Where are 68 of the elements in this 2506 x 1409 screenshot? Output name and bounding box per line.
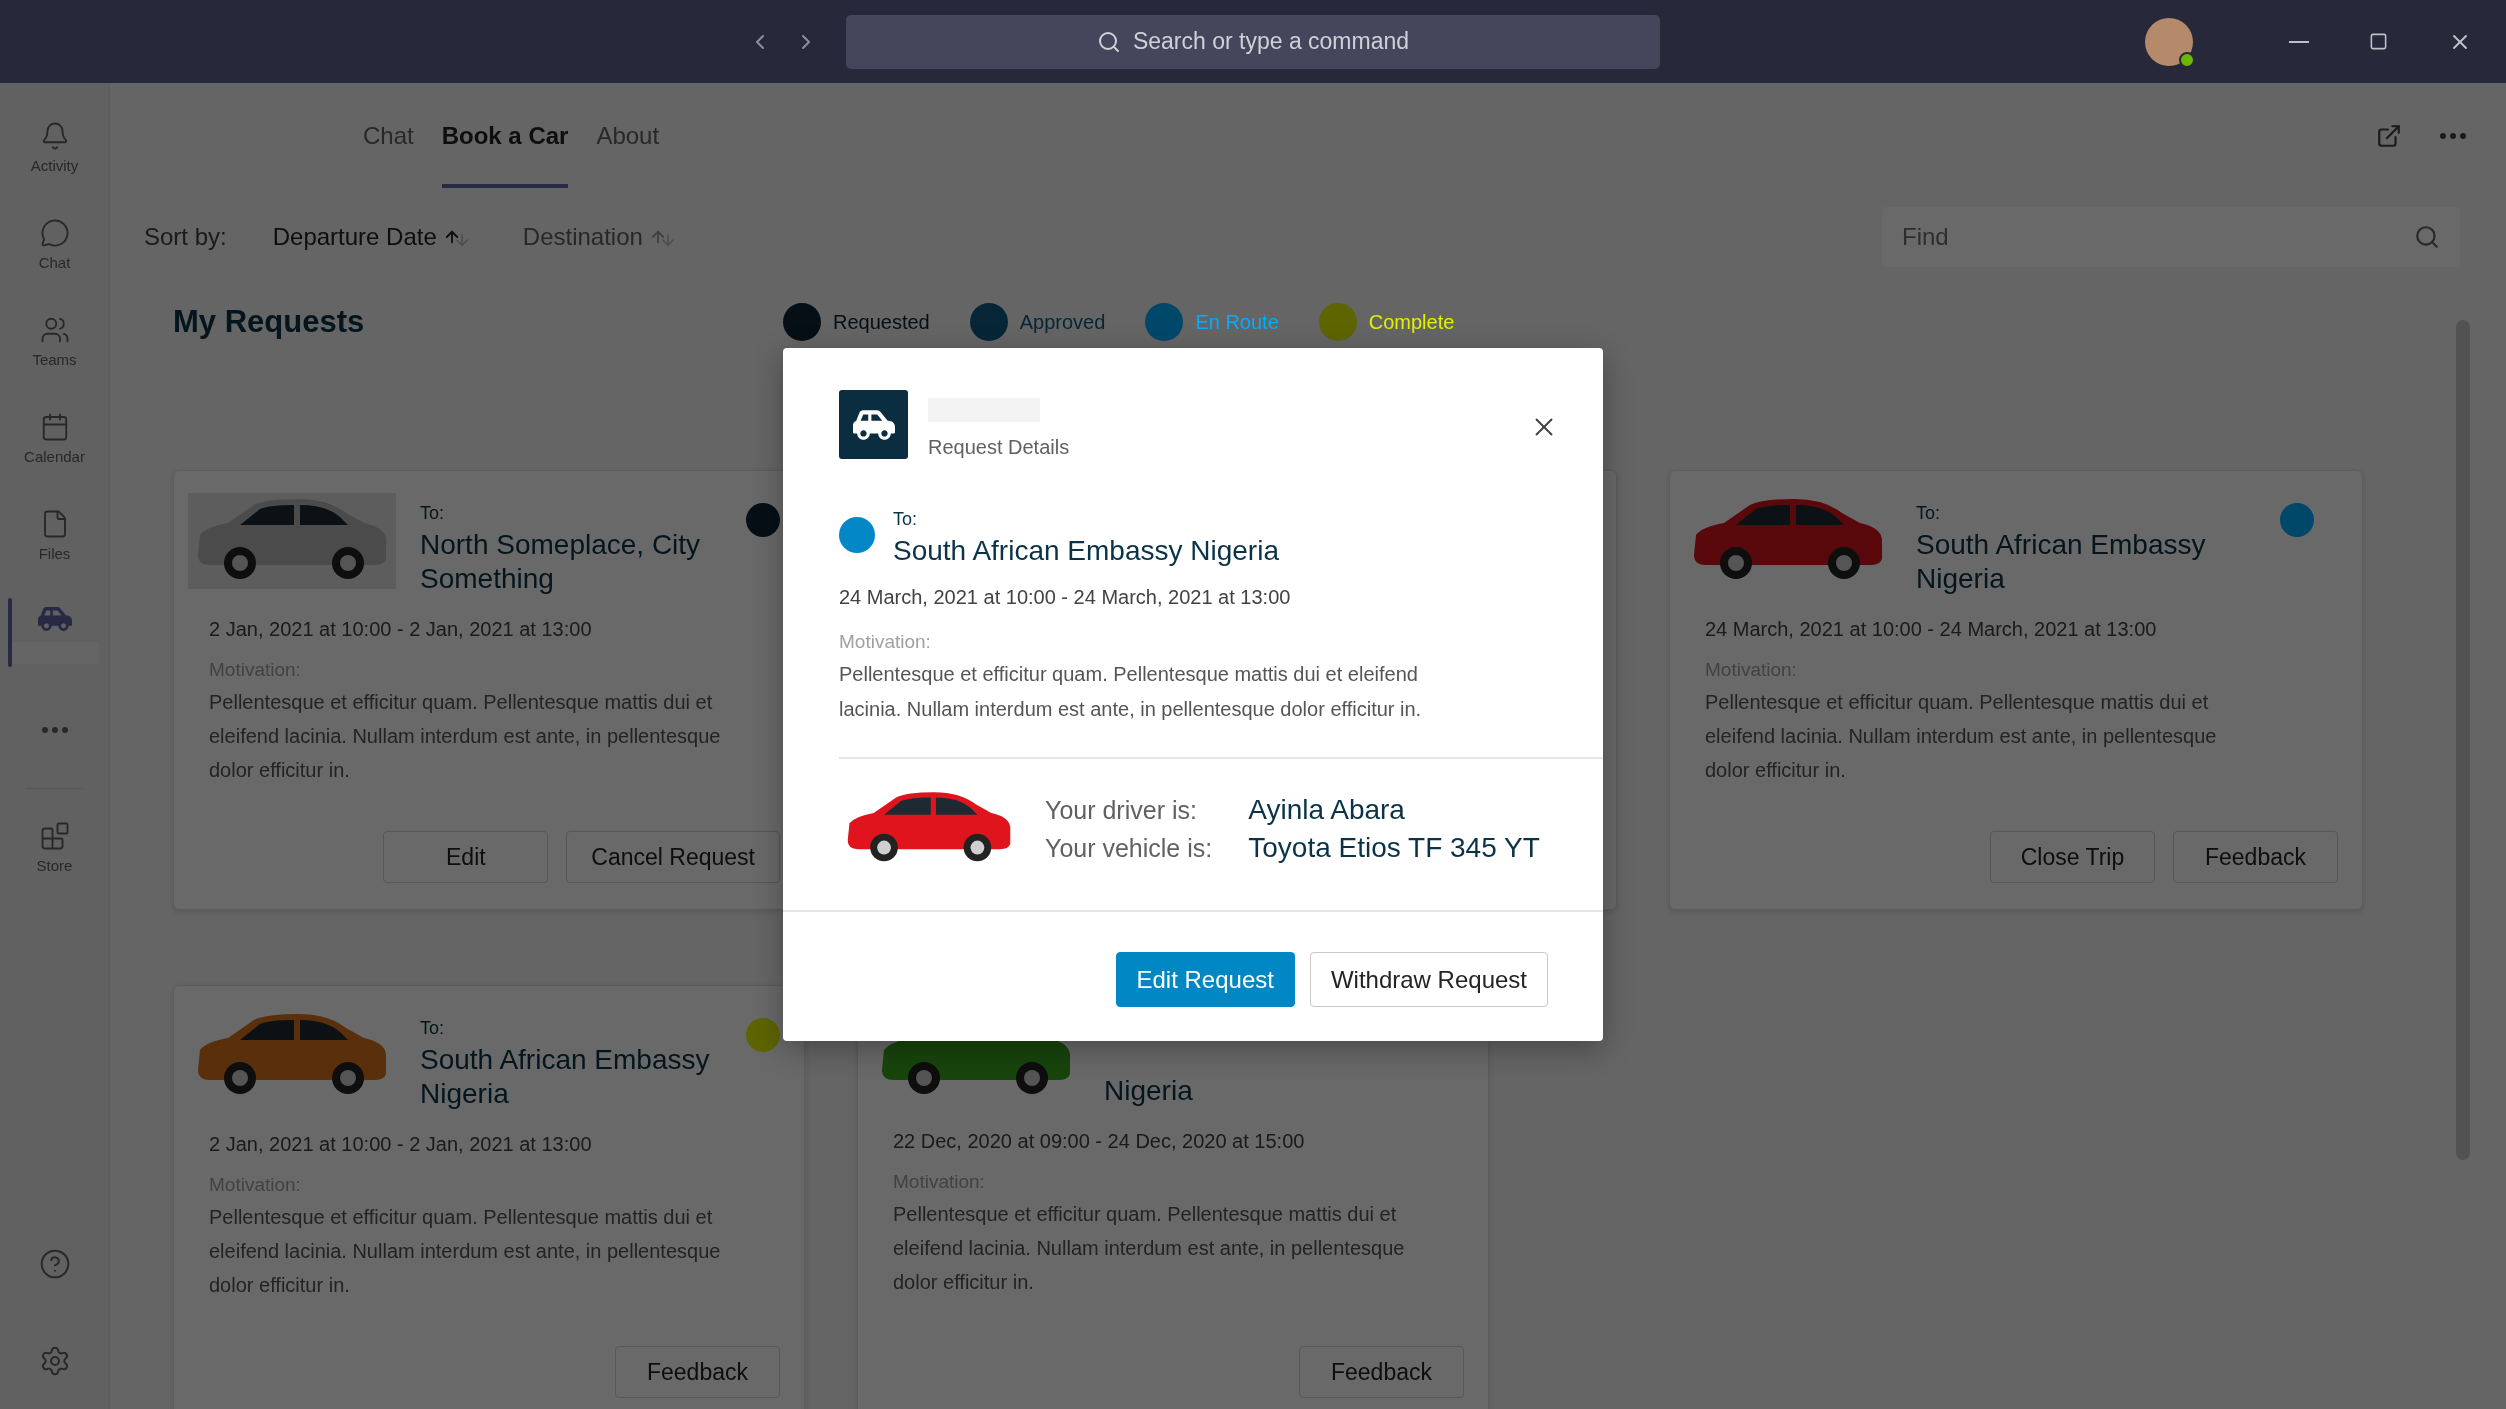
trip-dates: 24 March, 2021 at 10:00 - 24 March, 2021 at 13:00 (839, 586, 1292, 609)
card-action-button[interactable]: Edit (383, 831, 549, 883)
rail-item[interactable]: Teams (0, 293, 109, 390)
motivation-text: Pellentesque et efficitur quam. Pellentesque mattis dui et eleifend lacinia. Nullam interdum est ante, in pellentesque dolor efficitur in. (839, 662, 1423, 722)
card-action-button[interactable]: Close Trip (1990, 831, 2155, 883)
legend-label: Approved (1019, 310, 1106, 334)
maximize-icon (2369, 32, 2388, 51)
rail-item[interactable]: Files (0, 487, 109, 584)
command-search-field[interactable]: Search or type a command (846, 14, 1660, 69)
card-action-button[interactable]: Cancel Request (566, 831, 780, 883)
sort-option[interactable]: Departure Date (266, 221, 477, 252)
trip-dates: 2 Jan, 2021 at 10:00 - 2 Jan, 2021 at 13:00 (209, 618, 593, 641)
motivation-text: Pellentesque et efficitur quam. Pellentesque mattis dui et eleifend lacinia. Nullam interdum est ante, in pellentesque dolor efficitur in. (1705, 690, 2218, 783)
motivation-label: Motivation: (839, 631, 932, 653)
page-title: My Requests (173, 304, 366, 340)
dialog-subtitle: Request Details (928, 436, 1070, 459)
sort-option[interactable]: Destination (516, 221, 683, 252)
presence-dot (2179, 51, 2195, 68)
sort-label: Sort by: (144, 222, 227, 251)
find-field[interactable]: Find (1882, 206, 2460, 267)
tab[interactable]: Chat (363, 83, 414, 188)
selected-indicator (8, 598, 12, 667)
trip-dates: 22 Dec, 2020 at 09:00 - 24 Dec, 2020 at 15:00 (893, 1130, 1306, 1153)
popout-icon (2376, 122, 2402, 149)
help-icon (38, 1247, 71, 1280)
driver-label: Your driver is: (1045, 795, 1198, 825)
more-icon (2440, 132, 2466, 139)
to-label: To: (420, 1018, 445, 1039)
legend-label: En Route (1195, 310, 1279, 334)
trip-dates: 24 March, 2021 at 10:00 - 24 March, 2021 at 13:00 (1705, 618, 2158, 641)
motivation-text: Pellentesque et efficitur quam. Pellentesque mattis dui et eleifend lacinia. Nullam interdum est ante, in pellentesque dolor efficitur in. (209, 1205, 722, 1298)
people-icon (39, 315, 70, 345)
trip-dates: 2 Jan, 2021 at 10:00 - 2 Jan, 2021 at 13:00 (209, 1133, 593, 1156)
rail-item[interactable]: Calendar (0, 390, 109, 487)
to-label: To: (1916, 503, 1941, 524)
card-action-button[interactable]: Feedback (1299, 1346, 1464, 1398)
destination-title: North Someplace, City Something (420, 528, 702, 596)
rail-item[interactable]: Chat (0, 196, 109, 293)
search-icon (1096, 29, 1121, 54)
vehicle-name: Toyota Etios TF 345 YT (1248, 831, 1540, 864)
rail-item[interactable]: Activity (0, 99, 109, 196)
motivation-text: Pellentesque et efficitur quam. Pellentesque mattis dui et eleifend lacinia. Nullam interdum est ante, in pellentesque dolor efficitur in. (209, 690, 722, 783)
destination-title: Nigeria (1104, 1074, 1194, 1108)
chat-bubble-icon (39, 218, 70, 248)
driver-name: Ayinla Abara (1248, 793, 1406, 826)
card-action-button[interactable]: Feedback (2173, 831, 2338, 883)
search-icon (2414, 223, 2440, 250)
tab[interactable]: About (596, 83, 660, 188)
card-action-button[interactable]: Feedback (615, 1346, 780, 1398)
to-label: To: (893, 509, 918, 530)
to-label: To: (420, 503, 445, 524)
search-placeholder: Search or type a command (1132, 28, 1410, 55)
rail-item[interactable]: Store (0, 799, 109, 896)
more-icon (41, 726, 68, 733)
destination-title: South African Embassy Nigeria (1916, 528, 2207, 596)
legend-label: Complete (1368, 310, 1455, 334)
destination-title: South African Embassy Nigeria (893, 534, 1279, 568)
dialog-action-button[interactable]: Withdraw Request (1309, 952, 1548, 1007)
app-tile-icon (839, 390, 908, 459)
minimize-icon (2289, 40, 2309, 43)
destination-title: South African Embassy Nigeria (420, 1043, 711, 1111)
motivation-text: Pellentesque et efficitur quam. Pellentesque mattis dui et eleifend lacinia. Nullam interdum est ante, in pellentesque dolor efficitur in. (893, 1202, 1406, 1295)
avatar[interactable] (2145, 17, 2193, 66)
legend-label: Requested (833, 310, 930, 334)
tab[interactable]: Book a Car (441, 83, 569, 188)
blocks-icon (39, 821, 70, 851)
vehicle-label: Your vehicle is: (1045, 833, 1213, 863)
dialog-action-button[interactable]: Edit Request (1115, 952, 1295, 1007)
